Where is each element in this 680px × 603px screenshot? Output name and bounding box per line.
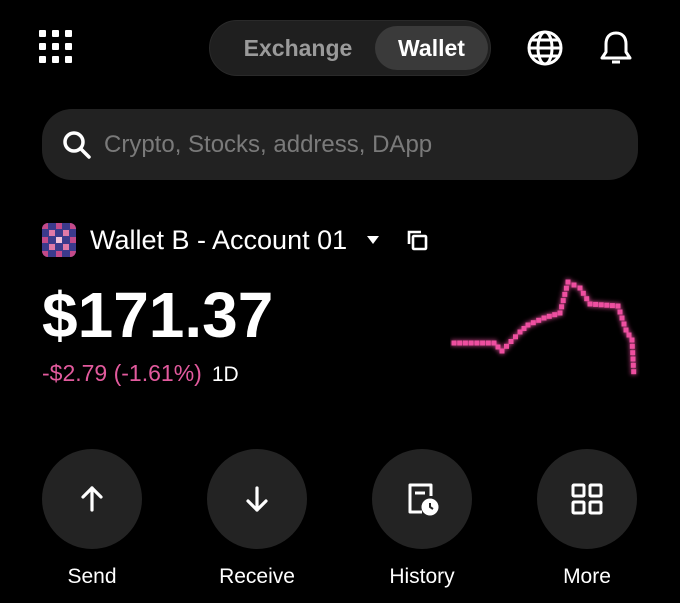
sparkline-dot [557, 310, 563, 316]
sparkline-dot [629, 343, 635, 349]
sparkline-dot [451, 340, 457, 346]
receive-label: Receive [219, 565, 295, 588]
sparkline-dot [474, 340, 480, 346]
sparkline-dot [530, 320, 536, 326]
sparkline-dot [619, 315, 625, 321]
avatar [42, 223, 76, 257]
history-button[interactable]: History [372, 449, 472, 589]
account-selector[interactable]: Wallet B - Account 01 [42, 220, 429, 260]
history-label: History [389, 565, 455, 588]
sparkline-dot [629, 337, 635, 343]
sparkline-dot [623, 327, 629, 333]
change-period[interactable]: 1D [212, 363, 239, 387]
sparkline-dot [609, 303, 615, 309]
sparkline-dot [536, 317, 542, 323]
balance-sparkline [451, 279, 637, 375]
sparkline-dot [617, 309, 623, 315]
mode-toggle: Exchange Wallet [209, 20, 491, 76]
sparkline-dot [630, 362, 636, 368]
sparkline-dot [480, 340, 486, 346]
sparkline-dot [630, 356, 636, 362]
sparkline-dot [584, 296, 590, 302]
sparkline-dot [565, 279, 571, 285]
sparkline-dot [499, 348, 505, 354]
tab-wallet[interactable]: Wallet [375, 26, 488, 70]
sparkline-dot [559, 304, 565, 310]
search-icon [63, 130, 91, 159]
sparkline-dot [525, 322, 531, 328]
tab-exchange[interactable]: Exchange [218, 26, 378, 70]
sparkline-dot [457, 340, 463, 346]
sparkline-dot [598, 302, 604, 308]
balance-change: -$2.79 (-1.61%) [42, 360, 202, 386]
sparkline-dot [513, 334, 518, 340]
arrow-down-icon [246, 486, 268, 512]
sparkline-dot [563, 285, 569, 291]
sparkline-dot [462, 340, 468, 346]
send-label: Send [67, 565, 117, 588]
sparkline-dot [577, 285, 583, 291]
search-input[interactable] [102, 129, 606, 160]
grid-icon [571, 483, 603, 515]
wallet-screen: Exchange Wallet Crypto, Stocks, address,… [0, 0, 680, 603]
more-button[interactable]: More [537, 449, 637, 589]
grid-menu-icon[interactable] [39, 30, 73, 64]
sparkline-dot [626, 332, 632, 338]
balance-change-row: -$2.79 (-1.61%) 1D [42, 360, 239, 387]
sparkline-dot [546, 313, 552, 319]
sparkline-dot [593, 301, 599, 307]
bell-icon[interactable] [597, 29, 635, 67]
sparkline-dot [615, 303, 621, 309]
copy-icon[interactable] [405, 228, 429, 252]
account-name: Wallet B - Account 01 [90, 224, 348, 255]
sparkline-dot [468, 340, 474, 346]
sparkline-dot [571, 282, 577, 288]
sparkline-dot [485, 340, 491, 346]
sparkline-dot [580, 290, 586, 296]
sparkline-dot [587, 301, 593, 307]
receive-button[interactable]: Receive [207, 449, 307, 589]
sparkline-dot [541, 315, 547, 321]
sparkline-dot [604, 302, 610, 308]
sparkline-dot [552, 312, 558, 318]
search-bar[interactable] [42, 109, 638, 180]
sparkline-dot [621, 321, 627, 327]
send-button[interactable]: Send [42, 449, 142, 589]
balance-amount: $171.37 [42, 279, 274, 351]
history-icon [408, 483, 439, 516]
sparkline-dot [504, 343, 509, 349]
caret-down-icon[interactable] [365, 232, 381, 248]
globe-icon[interactable] [526, 29, 564, 67]
sparkline-dot [560, 298, 566, 304]
sparkline-dot [508, 339, 514, 344]
sparkline-dot [630, 350, 636, 356]
sparkline-dot [631, 369, 637, 375]
sparkline-dot [562, 291, 568, 297]
more-label: More [563, 565, 611, 588]
arrow-up-icon [81, 486, 103, 512]
